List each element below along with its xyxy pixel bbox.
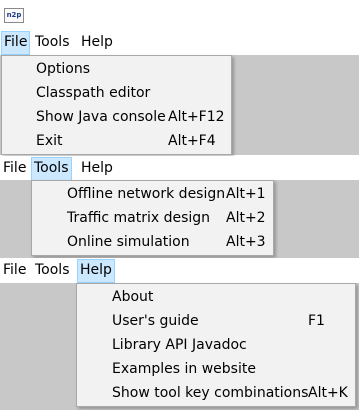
menu-item-exit[interactable]: Exit xyxy=(36,129,63,153)
menu-file[interactable]: File xyxy=(1,259,28,281)
menubar: File Tools Help xyxy=(0,30,359,55)
menubar: File Tools Help xyxy=(0,156,359,181)
menu-item-classpath-editor[interactable]: Classpath editor xyxy=(36,81,150,105)
menubar: File Tools Help xyxy=(0,258,359,283)
menu-help[interactable]: Help xyxy=(79,157,115,179)
menu-item-show-java-console[interactable]: Show Java console xyxy=(36,105,166,129)
menu-item-show-tool-key-combinations[interactable]: Show tool key combinations xyxy=(112,381,308,405)
menu-tools[interactable]: Tools xyxy=(33,259,72,281)
menu-item-offline-network-design[interactable]: Offline network design xyxy=(67,182,225,206)
menu-item-about[interactable]: About xyxy=(112,285,153,309)
menu-item-traffic-matrix-design[interactable]: Traffic matrix design xyxy=(67,206,210,230)
shortcut-label: Alt+F4 xyxy=(168,133,216,149)
shortcut-label: Alt+K xyxy=(308,385,348,401)
menu-item-options[interactable]: Options xyxy=(36,57,90,81)
menu-file[interactable]: File xyxy=(1,31,31,55)
menu-item-examples-in-website[interactable]: Examples in website xyxy=(112,357,256,381)
tools-menu-dropdown: Offline network design Alt+1 Traffic mat… xyxy=(31,180,274,256)
shortcut-label: Alt+F12 xyxy=(168,109,225,125)
shortcut-label: Alt+3 xyxy=(226,234,266,250)
menu-help[interactable]: Help xyxy=(79,31,115,53)
menu-item-library-api-javadoc[interactable]: Library API Javadoc xyxy=(112,333,247,357)
menu-item-users-guide[interactable]: User's guide xyxy=(112,309,199,333)
shortcut-label: F1 xyxy=(308,313,325,329)
menu-tools[interactable]: Tools xyxy=(31,157,72,181)
menu-file[interactable]: File xyxy=(1,157,28,179)
shortcut-label: Alt+2 xyxy=(226,210,266,226)
shortcut-label: Alt+1 xyxy=(226,186,266,202)
menu-tools[interactable]: Tools xyxy=(33,31,72,53)
app-logo-icon: n2p xyxy=(4,8,24,23)
title-bar: n2p xyxy=(0,0,359,30)
menu-item-online-simulation[interactable]: Online simulation xyxy=(67,230,190,254)
menu-help[interactable]: Help xyxy=(77,259,115,283)
file-menu-dropdown: Options Classpath editor Show Java conso… xyxy=(1,55,232,155)
help-menu-dropdown: About User's guide F1 Library API Javado… xyxy=(76,283,356,407)
